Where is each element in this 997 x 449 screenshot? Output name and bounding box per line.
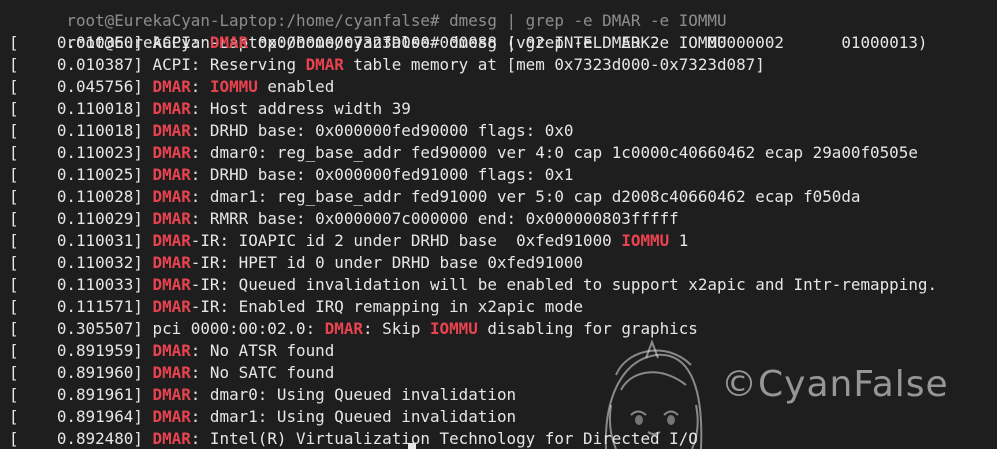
log-text: : Host address width 39 (190, 99, 411, 118)
dmesg-line: [ 0.110032] DMAR-IR: HPET id 0 under DRH… (9, 252, 997, 274)
log-text: : dmar1: Using Queued invalidation (190, 407, 517, 426)
log-text: [ 0.111571] (9, 297, 153, 316)
dmesg-line: [ 0.110025] DMAR: DRHD base: 0x000000fed… (9, 164, 997, 186)
log-text: [ 0.891960] (9, 363, 153, 382)
log-text: [ 0.305507] pci 0000:00:02.0: (9, 319, 325, 338)
dmesg-line: [ 0.010387] ACPI: Reserving DMAR table m… (9, 54, 997, 76)
log-text: : dmar1: reg_base_addr fed91000 ver 5:0 … (190, 187, 861, 206)
log-text: : Skip (363, 319, 430, 338)
highlight-match: DMAR (152, 297, 191, 316)
log-text: : DRHD base: 0x000000fed90000 flags: 0x0 (190, 121, 574, 140)
dmesg-line: [ 0.110018] DMAR: Host address width 39 (9, 98, 997, 120)
highlight-match: DMAR (152, 407, 191, 426)
dmesg-line: [ 0.891961] DMAR: dmar0: Using Queued in… (9, 384, 997, 406)
highlight-match: DMAR (152, 363, 191, 382)
log-text: [ 0.110025] (9, 165, 153, 184)
highlight-match: DMAR (152, 99, 191, 118)
log-text: table memory at [mem 0x7323d000-0x7323d0… (343, 55, 765, 74)
dmesg-line: [ 0.010360] ACPI: DMAR 0x000000007323D00… (9, 32, 997, 54)
log-text: [ 0.045756] (9, 77, 153, 96)
highlight-match: IOMMU (209, 77, 258, 96)
log-text: [ 0.010360] ACPI: (9, 33, 210, 52)
highlight-match: DMAR (152, 341, 191, 360)
log-text: [ 0.110029] (9, 209, 153, 228)
dmesg-line: [ 0.110028] DMAR: dmar1: reg_base_addr f… (9, 186, 997, 208)
highlight-match: DMAR (152, 253, 191, 272)
log-text: -IR: Queued invalidation will be enabled… (190, 275, 938, 294)
dmesg-log-lines: [ 0.010360] ACPI: DMAR 0x000000007323D00… (9, 32, 997, 449)
log-text: : Intel(R) Virtualization Technology for… (190, 429, 698, 448)
dmesg-line: [ 0.110018] DMAR: DRHD base: 0x000000fed… (9, 120, 997, 142)
terminal-line-partial: root@EurekaCyan-Laptop:/home/cyanfalse# … (9, 0, 997, 30)
dmesg-line: [ 0.110033] DMAR-IR: Queued invalidation… (9, 274, 997, 296)
log-text: : DRHD base: 0x000000fed91000 flags: 0x1 (190, 165, 574, 184)
highlight-match: DMAR (152, 209, 191, 228)
dmesg-line: [ 0.045756] DMAR: IOMMU enabled (9, 76, 997, 98)
highlight-match: DMAR (305, 55, 344, 74)
dmesg-line: [ 0.305507] pci 0000:00:02.0: DMAR: Skip… (9, 318, 997, 340)
log-text: [ 0.110032] (9, 253, 153, 272)
log-text: -IR: IOAPIC id 2 under DRHD base 0xfed91… (190, 231, 622, 250)
log-text: [ 0.891959] (9, 341, 153, 360)
highlight-match: DMAR (152, 429, 191, 448)
dmesg-line: [ 0.891960] DMAR: No SATC found (9, 362, 997, 384)
log-text: [ 0.110018] (9, 121, 153, 140)
log-text: 1 (669, 231, 689, 250)
highlight-match: DMAR (209, 33, 249, 52)
log-text: -IR: Enabled IRQ remapping in x2apic mod… (190, 297, 584, 316)
log-text: [ 0.110028] (9, 187, 153, 206)
highlight-match: DMAR (324, 319, 363, 338)
dmesg-line: [ 0.110023] DMAR: dmar0: reg_base_addr f… (9, 142, 997, 164)
log-text: : dmar0: Using Queued invalidation (190, 385, 517, 404)
highlight-match: DMAR (152, 275, 191, 294)
highlight-match: DMAR (152, 187, 191, 206)
log-text: disabling for graphics (477, 319, 698, 338)
terminal-output: root@EurekaCyan-Laptop:/home/cyanfalse# … (9, 0, 997, 449)
terminal-cursor (408, 443, 416, 449)
dmesg-line: [ 0.891959] DMAR: No ATSR found (9, 340, 997, 362)
highlight-match: DMAR (152, 165, 191, 184)
highlight-match: DMAR (152, 385, 191, 404)
dmesg-line: [ 0.111571] DMAR-IR: Enabled IRQ remappi… (9, 296, 997, 318)
log-text: : RMRR base: 0x0000007c000000 end: 0x000… (190, 209, 679, 228)
log-text: 0x000000007323D000 000088 (v02 INTEL EDK… (248, 33, 928, 52)
log-text: [ 0.891964] (9, 407, 153, 426)
highlight-match: DMAR (152, 143, 191, 162)
log-text: : dmar0: reg_base_addr fed90000 ver 4:0 … (190, 143, 918, 162)
log-text: [ 0.892480] (9, 429, 153, 448)
log-text: [ 0.110018] (9, 99, 153, 118)
highlight-match: IOMMU (429, 319, 478, 338)
highlight-match: DMAR (152, 77, 191, 96)
highlight-match: DMAR (152, 231, 191, 250)
log-text: enabled (257, 77, 335, 96)
log-text: : No SATC found (190, 363, 335, 382)
log-text: [ 0.110031] (9, 231, 153, 250)
dmesg-line: [ 0.110031] DMAR-IR: IOAPIC id 2 under D… (9, 230, 997, 252)
log-text: [ 0.110033] (9, 275, 153, 294)
dmesg-line: [ 0.110029] DMAR: RMRR base: 0x0000007c0… (9, 208, 997, 230)
log-text: : No ATSR found (190, 341, 335, 360)
dmesg-line: [ 0.892480] DMAR: Intel(R) Virtualizatio… (9, 428, 997, 449)
terminal-line-partial-text: root@EurekaCyan-Laptop:/home/cyanfalse# … (66, 11, 727, 30)
log-text: [ 0.891961] (9, 385, 153, 404)
dmesg-line: [ 0.891964] DMAR: dmar1: Using Queued in… (9, 406, 997, 428)
terminal-window[interactable]: root@EurekaCyan-Laptop:/home/cyanfalse# … (0, 0, 997, 449)
log-text: : (190, 77, 210, 96)
log-text: [ 0.110023] (9, 143, 153, 162)
log-text: -IR: HPET id 0 under DRHD base 0xfed9100… (190, 253, 584, 272)
log-text: [ 0.010387] ACPI: Reserving (9, 55, 306, 74)
highlight-match: IOMMU (621, 231, 670, 250)
highlight-match: DMAR (152, 121, 191, 140)
